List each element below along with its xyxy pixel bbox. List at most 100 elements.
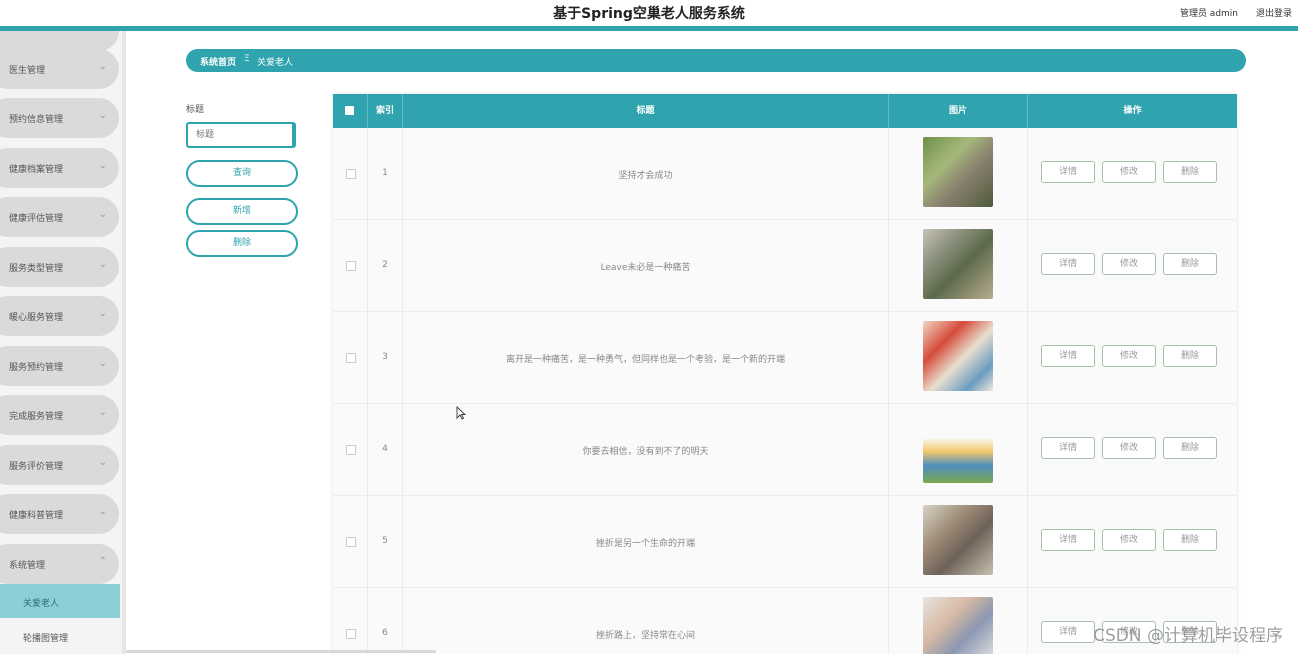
row-title: Leave未必是一种痛苦 — [600, 263, 691, 273]
table-row: 5 挫折是另一个生命的开端 详情 修改 删除 — [333, 496, 1237, 588]
chevron-down-icon: ⌄ — [98, 506, 107, 517]
column-header-index: 索引 — [368, 94, 403, 128]
row-thumbnail-image — [923, 137, 993, 207]
sidebar-item-label: 服务评价管理 — [9, 462, 64, 472]
sidebar-subitem-carousel[interactable]: 轮播图管理 — [0, 619, 120, 653]
edit-button[interactable]: 修改 — [1102, 161, 1156, 183]
sidebar-item-label: 完成服务管理 — [9, 412, 64, 422]
edit-button[interactable]: 修改 — [1102, 253, 1156, 275]
mouse-cursor-icon — [456, 406, 466, 420]
sidebar-item-label: 暖心服务管理 — [9, 313, 64, 323]
table-row: 4 你要去相信，没有到不了的明天 详情 修改 删除 — [333, 404, 1237, 496]
column-header-actions: 操作 — [1123, 106, 1142, 116]
sidebar-item-system[interactable]: 系统管理 ⌃ — [0, 544, 119, 584]
edit-button[interactable]: 修改 — [1102, 529, 1156, 551]
sidebar-subitem-label: 关爱老人 — [23, 599, 60, 609]
row-title: 挫折路上，坚持常在心间 — [595, 631, 695, 641]
sidebar-item-label: 健康评估管理 — [9, 214, 64, 224]
row-title: 挫折是另一个生命的开端 — [595, 539, 695, 549]
sidebar-item-label: 健康档案管理 — [9, 165, 64, 175]
table-header: 索引 标题 图片 操作 — [333, 94, 1237, 128]
app-title: 基于Spring空巢老人服务系统 — [553, 6, 745, 22]
sidebar-item-partial[interactable] — [0, 31, 119, 51]
user-label: 管理员 admin — [1179, 9, 1238, 19]
row-title: 你要去相信，没有到不了的明天 — [582, 447, 709, 457]
sidebar-item-service-type[interactable]: 服务类型管理 ⌄ — [0, 247, 119, 287]
title-search-input[interactable] — [186, 122, 296, 148]
row-thumbnail-image — [923, 321, 993, 391]
detail-button[interactable]: 详情 — [1041, 253, 1095, 275]
sidebar-item-care-service[interactable]: 暖心服务管理 ⌄ — [0, 296, 119, 336]
sidebar-item-label: 预约信息管理 — [9, 115, 64, 125]
row-thumbnail-image — [923, 413, 993, 483]
delete-button[interactable]: 删除 — [1163, 161, 1217, 183]
sidebar-item-completed-service[interactable]: 完成服务管理 ⌄ — [0, 395, 119, 435]
top-accent-line — [0, 26, 1298, 31]
delete-button[interactable]: 删除 — [1163, 437, 1217, 459]
table-row: 1 坚持才会成功 详情 修改 删除 — [333, 128, 1237, 220]
row-title: 坚持才会成功 — [618, 171, 673, 181]
row-thumbnail-image — [923, 505, 993, 575]
detail-button[interactable]: 详情 — [1041, 161, 1095, 183]
sidebar-subitem-care-elderly[interactable]: 关爱老人 — [0, 584, 120, 618]
row-checkbox[interactable] — [346, 629, 356, 639]
detail-button[interactable]: 详情 — [1041, 437, 1095, 459]
chevron-down-icon: ⌄ — [98, 457, 107, 468]
row-thumbnail-image — [923, 597, 993, 654]
delete-button[interactable]: 删除 — [1163, 529, 1217, 551]
detail-button[interactable]: 详情 — [1041, 621, 1095, 643]
sidebar-item-service-booking[interactable]: 服务预约管理 ⌄ — [0, 346, 119, 386]
chevron-down-icon: ⌄ — [98, 358, 107, 369]
sidebar-subitem-label: 轮播图管理 — [23, 634, 69, 644]
breadcrumb-home[interactable]: 系统首页 — [200, 55, 236, 68]
sidebar-item-health-assessment[interactable]: 健康评估管理 ⌄ — [0, 197, 119, 237]
chevron-down-icon: ⌄ — [98, 308, 107, 319]
row-checkbox[interactable] — [346, 261, 356, 271]
add-button[interactable]: 新增 — [186, 198, 298, 225]
row-index: 3 — [382, 352, 388, 362]
row-index: 2 — [382, 260, 388, 270]
detail-button[interactable]: 详情 — [1041, 345, 1095, 367]
sidebar-divider — [122, 31, 126, 654]
data-table: 索引 标题 图片 操作 1 坚持才会成功 详情 修改 删除 2 Leave未必是… — [333, 94, 1237, 654]
chevron-down-icon: ⌄ — [98, 61, 107, 72]
sidebar-item-label: 系统管理 — [9, 561, 46, 571]
logout-link[interactable]: 退出登录 — [1256, 6, 1292, 19]
sidebar-item-health-record[interactable]: 健康档案管理 ⌄ — [0, 148, 119, 188]
detail-button[interactable]: 详情 — [1041, 529, 1095, 551]
row-checkbox[interactable] — [346, 169, 356, 179]
sidebar-item-label: 健康科普管理 — [9, 511, 64, 521]
edit-button[interactable]: 修改 — [1102, 437, 1156, 459]
chevron-down-icon: ⌄ — [98, 160, 107, 171]
sidebar-item-label: 医生管理 — [9, 66, 46, 76]
title-filter-label: 标题 — [186, 105, 205, 115]
sidebar-item-label: 服务预约管理 — [9, 363, 64, 373]
delete-button[interactable]: 删除 — [1163, 345, 1217, 367]
row-index: 4 — [382, 444, 388, 454]
table-row: 3 离开是一种痛苦，是一种勇气，但同样也是一个考验，是一个新的开端 详情 修改 … — [333, 312, 1237, 404]
sidebar-item-label: 服务类型管理 — [9, 264, 64, 274]
select-all-checkbox[interactable] — [345, 106, 354, 115]
chevron-down-icon: ⌄ — [98, 259, 107, 270]
row-index: 1 — [382, 168, 388, 178]
sidebar-item-health-science[interactable]: 健康科普管理 ⌄ — [0, 494, 119, 534]
batch-delete-button[interactable]: 删除 — [186, 230, 298, 257]
breadcrumb-current: 关爱老人 — [257, 58, 294, 68]
row-checkbox[interactable] — [346, 353, 356, 363]
chevron-down-icon: ⌄ — [98, 407, 107, 418]
delete-button[interactable]: 删除 — [1163, 253, 1217, 275]
edit-button[interactable]: 修改 — [1102, 345, 1156, 367]
query-button[interactable]: 查询 — [186, 160, 298, 187]
horizontal-scrollbar[interactable] — [126, 650, 436, 653]
select-all-cell — [333, 94, 368, 128]
sidebar-item-service-review[interactable]: 服务评价管理 ⌄ — [0, 445, 119, 485]
sidebar-item-appointment-info[interactable]: 预约信息管理 ⌄ — [0, 98, 119, 138]
breadcrumb-separator-icon: Ξ — [244, 54, 250, 64]
row-title: 离开是一种痛苦，是一种勇气，但同样也是一个考验，是一个新的开端 — [505, 355, 785, 365]
sidebar-item-doctor[interactable]: 医生管理 ⌄ — [0, 49, 119, 89]
row-index: 6 — [382, 628, 388, 638]
row-checkbox[interactable] — [346, 537, 356, 547]
row-checkbox[interactable] — [346, 445, 356, 455]
sidebar: 医生管理 ⌄ 预约信息管理 ⌄ 健康档案管理 ⌄ 健康评估管理 ⌄ 服务类型管理… — [0, 31, 124, 654]
chevron-down-icon: ⌄ — [98, 209, 107, 220]
